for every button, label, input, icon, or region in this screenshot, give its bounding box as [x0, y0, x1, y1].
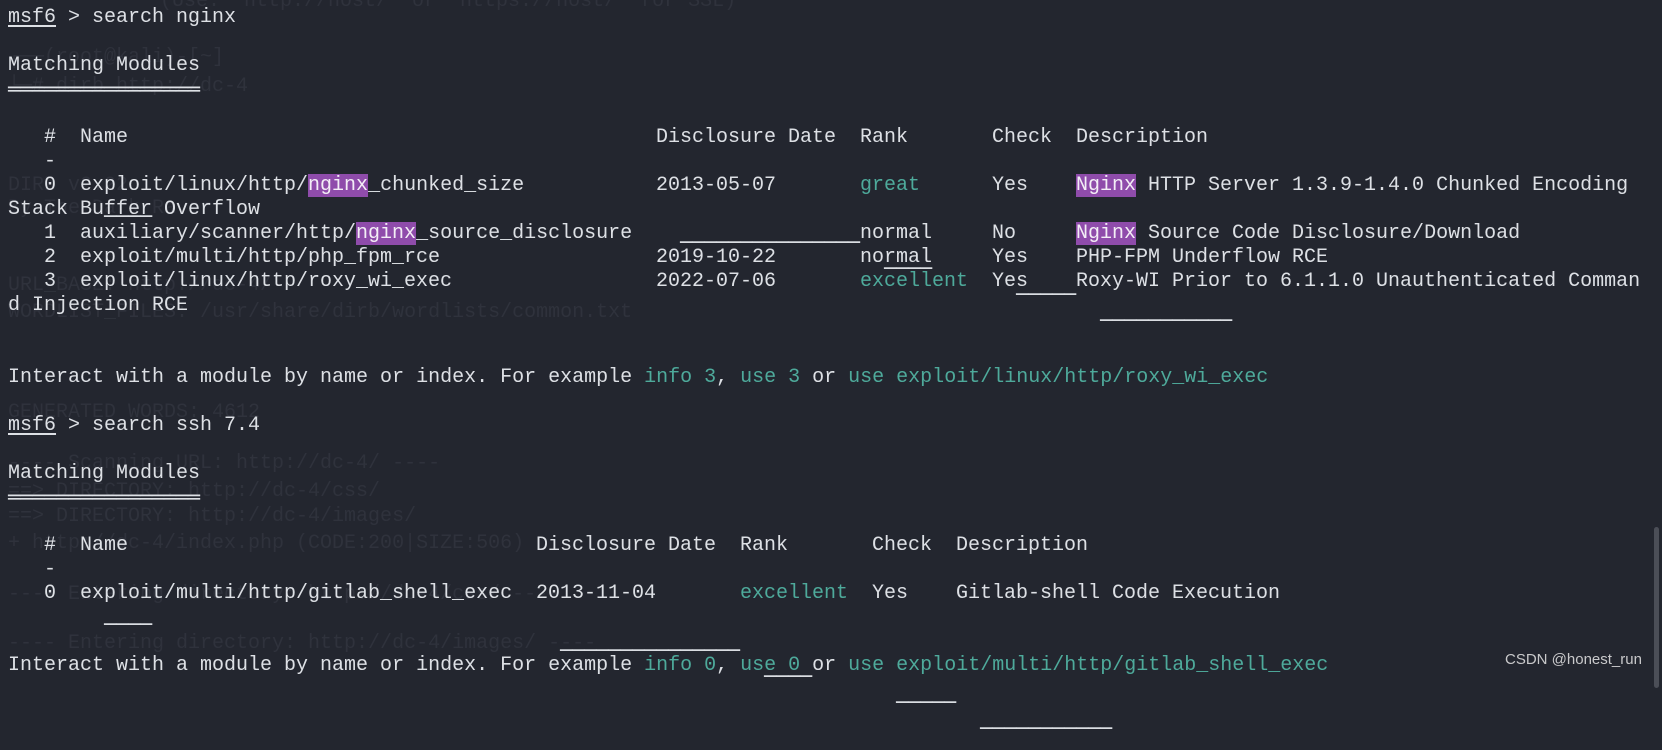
hint-sep: or	[800, 654, 849, 677]
rank: normal	[860, 246, 933, 269]
module-name-suffix: _source_disclosure	[416, 222, 633, 245]
description: Nginx Source Code Disclosure/Download	[1076, 222, 1520, 246]
row-index: 0	[44, 174, 57, 197]
prompt: msf6	[8, 6, 57, 29]
hint-sep: ,	[716, 654, 741, 677]
rule-name: ────	[104, 613, 152, 636]
hint-text: Interact with a module by name or index.…	[8, 366, 645, 389]
section-title: Matching Modules	[8, 462, 201, 485]
row-index: 1	[44, 222, 57, 245]
example-command: use 3	[740, 366, 801, 389]
rank: excellent	[740, 582, 849, 605]
example-command: info 3	[644, 366, 717, 389]
row-index: 2	[44, 246, 57, 269]
row-index: 0	[44, 582, 57, 605]
title-rule: ════════════════	[8, 486, 200, 509]
description-text: Source Code Disclosure/Download	[1136, 222, 1521, 245]
table-header: # Name Disclosure Date Rank Check Descri…	[8, 534, 1648, 558]
table-row: 0 exploit/multi/http/gitlab_shell_exec 2…	[8, 582, 1648, 606]
prompt-separator: >	[56, 414, 93, 437]
module-name: exploit/multi/http/gitlab_shell_exec	[80, 582, 513, 605]
prompt-separator: >	[56, 6, 93, 29]
command-text: search ssh 7.4	[92, 414, 261, 437]
title-rule: ════════════════	[8, 78, 200, 101]
hint-text: Interact with a module by name or index.…	[8, 654, 645, 677]
search-match-highlight: Nginx	[1076, 174, 1137, 197]
col-header-check: Check	[992, 126, 1053, 149]
command-text: search nginx	[92, 6, 237, 29]
col-header-date: Disclosure Date	[656, 126, 837, 149]
example-command: info 0	[644, 654, 717, 677]
prompt: msf6	[8, 414, 57, 437]
module-name: exploit/linux/http/roxy_wi_exec	[80, 270, 453, 293]
rule-index: -	[44, 558, 57, 581]
example-command: use exploit/multi/http/gitlab_shell_exec	[848, 654, 1329, 677]
module-name-prefix: exploit/linux/http/	[80, 174, 309, 197]
col-header-description: Description	[1076, 126, 1209, 149]
module-name: exploit/multi/http/php_fpm_rce	[80, 246, 441, 269]
description-wrap: Stack Buffer Overflow	[8, 198, 261, 221]
rank: normal	[860, 222, 933, 245]
watermark: CSDN @honest_run	[1505, 651, 1642, 668]
col-header-check: Check	[872, 534, 933, 557]
check: Yes	[992, 174, 1029, 197]
disclosure-date: 2019-10-22	[656, 246, 777, 269]
col-header-rank: Rank	[740, 534, 789, 557]
command-line: msf6 > search nginx	[8, 6, 1648, 30]
rank: excellent	[860, 270, 969, 293]
col-header-rank: Rank	[860, 126, 909, 149]
disclosure-date: 2013-11-04	[536, 582, 657, 605]
description-text: HTTP Server 1.3.9-1.4.0 Chunked Encoding	[1136, 174, 1629, 197]
module-name: exploit/linux/http/nginx_chunked_size	[80, 174, 524, 198]
table-header: # Name Disclosure Date Rank Check Descri…	[8, 126, 1648, 150]
col-header-name: Name	[80, 126, 129, 149]
description: PHP-FPM Underflow RCE	[1076, 246, 1329, 269]
check: Yes	[872, 582, 909, 605]
description: Roxy-WI Prior to 6.1.1.0 Unauthenticated…	[1076, 270, 1641, 293]
description: Nginx HTTP Server 1.3.9-1.4.0 Chunked En…	[1076, 174, 1628, 198]
description-wrap: d Injection RCE	[8, 294, 189, 317]
col-header-index: #	[44, 126, 57, 149]
interact-hint: Interact with a module by name or index.…	[8, 654, 1648, 678]
module-name-prefix: auxiliary/scanner/http/	[80, 222, 357, 245]
table-header-rule: - ──── ─────────────── ──── ───── ──────…	[8, 558, 1648, 740]
search-match-highlight: nginx	[356, 222, 417, 245]
module-name: auxiliary/scanner/http/nginx_source_disc…	[80, 222, 632, 246]
section-title: Matching Modules	[8, 54, 201, 77]
module-name-suffix: _chunked_size	[368, 174, 525, 197]
check: Yes	[992, 246, 1029, 269]
check: Yes	[992, 270, 1029, 293]
search-match-highlight: nginx	[308, 174, 369, 197]
table-header-rule: - ──── ─────────────── ──── ───── ──────…	[8, 150, 1648, 332]
table-row: 0 exploit/linux/http/nginx_chunked_size …	[8, 174, 1648, 198]
rule-index: -	[44, 150, 57, 173]
row-index: 3	[44, 270, 57, 293]
disclosure-date: 2022-07-06	[656, 270, 777, 293]
col-header-date: Disclosure Date	[536, 534, 717, 557]
check: No	[992, 222, 1017, 245]
scrollbar[interactable]	[1654, 527, 1659, 688]
col-header-index: #	[44, 534, 57, 557]
table-row: 1 auxiliary/scanner/http/nginx_source_di…	[8, 222, 1648, 246]
example-command: use exploit/linux/http/roxy_wi_exec	[848, 366, 1269, 389]
disclosure-date: 2013-05-07	[656, 174, 777, 197]
table-row: 2 exploit/multi/http/php_fpm_rce 2019-10…	[8, 246, 1648, 270]
hint-sep: or	[800, 366, 849, 389]
rule-description: ───────────	[980, 717, 1112, 740]
example-command: use 0	[740, 654, 801, 677]
rule-check: ─────	[896, 691, 956, 714]
hint-sep: ,	[716, 366, 741, 389]
col-header-description: Description	[956, 534, 1089, 557]
table-row: 3 exploit/linux/http/roxy_wi_exec 2022-0…	[8, 270, 1648, 294]
search-match-highlight: Nginx	[1076, 222, 1137, 245]
command-line: msf6 > search ssh 7.4	[8, 414, 1648, 438]
col-header-name: Name	[80, 534, 129, 557]
description: Gitlab-shell Code Execution	[956, 582, 1281, 605]
interact-hint: Interact with a module by name or index.…	[8, 366, 1648, 390]
rank: great	[860, 174, 921, 197]
